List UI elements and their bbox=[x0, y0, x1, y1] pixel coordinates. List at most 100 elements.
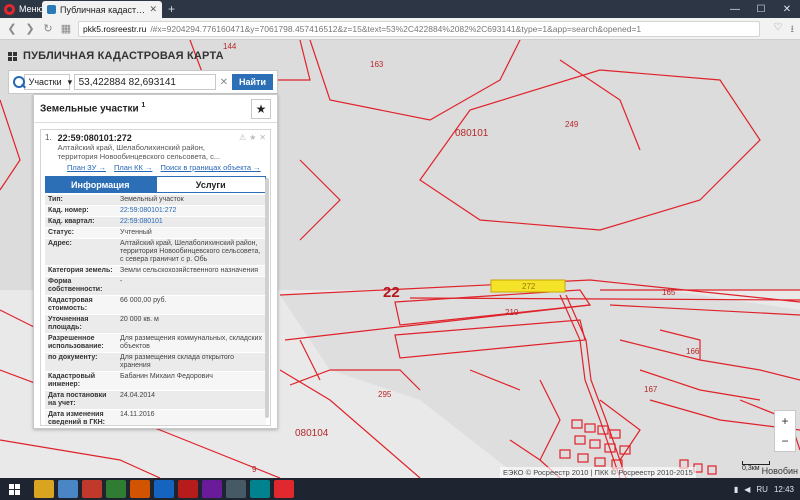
tab-title: Публичная кадастровая к bbox=[60, 4, 146, 15]
app-icon-6[interactable] bbox=[154, 480, 174, 498]
tab-services[interactable]: Услуги bbox=[155, 176, 266, 193]
panel-scrollbar[interactable] bbox=[265, 178, 269, 418]
map-label-210: 210 bbox=[505, 308, 519, 317]
zoom-out-icon[interactable]: − bbox=[775, 431, 795, 451]
tab-close-icon[interactable]: ✕ bbox=[149, 4, 157, 15]
card-tools: ⚠ ★ ✕ bbox=[239, 133, 266, 142]
clock[interactable]: 12:43 bbox=[774, 485, 794, 494]
zoom-in-icon[interactable]: + bbox=[775, 411, 795, 431]
map-label-080104: 080104 bbox=[295, 428, 329, 439]
app-icon-9[interactable] bbox=[226, 480, 246, 498]
app-icon-8[interactable] bbox=[202, 480, 222, 498]
app-icon-7[interactable] bbox=[178, 480, 198, 498]
app-icon-10[interactable] bbox=[250, 480, 270, 498]
warning-icon[interactable]: ⚠ bbox=[239, 133, 246, 142]
plan-kk-link[interactable]: План КК → bbox=[114, 163, 153, 172]
app-icon-2[interactable] bbox=[58, 480, 78, 498]
new-tab-icon[interactable]: + bbox=[168, 2, 175, 16]
volume-icon[interactable]: ◀ bbox=[744, 485, 750, 494]
bookmark-heart-icon[interactable]: ♡ bbox=[774, 22, 783, 39]
map-label-295: 295 bbox=[378, 390, 392, 399]
explorer-icon[interactable] bbox=[34, 480, 54, 498]
opera-taskbar-icon[interactable] bbox=[274, 480, 294, 498]
address-bar: ❮ ❯ ↻ ▦ pkk5.rosreestr.ru/#x=9204294.776… bbox=[0, 18, 800, 40]
search-type-select[interactable]: Участки ▾ bbox=[23, 74, 73, 90]
cadastral-number[interactable]: 22:59:080101:272 bbox=[58, 133, 220, 143]
info-row-key: Разрешенное использование: bbox=[48, 335, 104, 350]
rosreestr-logo-icon bbox=[8, 51, 17, 61]
map-label-9: 9 bbox=[252, 465, 257, 474]
reload-icon[interactable]: ↻ bbox=[42, 22, 54, 35]
opera-menu-button[interactable]: Меню bbox=[4, 2, 43, 16]
card-tabs: Информация Услуги bbox=[45, 176, 266, 193]
tab-favicon-icon bbox=[47, 5, 56, 14]
info-row: Кадастровый инженер: Бабанин Михаил Федор… bbox=[45, 372, 266, 391]
url-field[interactable]: pkk5.rosreestr.ru/#x=9204294.776160471&y… bbox=[78, 20, 760, 37]
star-icon[interactable]: ★ bbox=[249, 133, 256, 142]
clear-icon[interactable]: ✕ bbox=[220, 77, 228, 88]
search-input[interactable] bbox=[73, 74, 216, 90]
info-row: Кад. квартал: 22:59:080101 bbox=[45, 217, 266, 228]
url-host: pkk5.rosreestr.ru bbox=[83, 23, 147, 34]
minimize-icon[interactable]: — bbox=[722, 0, 748, 18]
close-icon[interactable]: ✕ bbox=[259, 133, 266, 142]
network-icon[interactable]: ▮ bbox=[734, 485, 738, 494]
chevron-down-icon: ▾ bbox=[67, 76, 73, 87]
window-controls: — ☐ ✕ bbox=[722, 0, 800, 18]
info-row-value: Бабанин Михаил Федорович bbox=[120, 373, 213, 380]
info-row-key: Кад. номер: bbox=[48, 207, 89, 214]
windows-taskbar: ▮ ◀ RU 12:43 bbox=[0, 478, 800, 500]
zoom-controls: + − bbox=[774, 410, 796, 452]
info-row: Уточненная площадь: 20 000 кв. м bbox=[45, 315, 266, 334]
info-row-value[interactable]: 22:59:080101:272 bbox=[117, 206, 266, 216]
maximize-icon[interactable]: ☐ bbox=[748, 0, 774, 18]
app-icon-3[interactable] bbox=[82, 480, 102, 498]
browser-tab-bar: Меню Публичная кадастровая к ✕ + — ☐ ✕ bbox=[0, 0, 800, 18]
url-path: /#x=9204294.776160471&y=7061798.45741651… bbox=[150, 23, 642, 34]
map-label-144: 144 bbox=[223, 42, 237, 51]
info-row-key: по документу: bbox=[48, 354, 98, 361]
info-row-key: Кадастровый инженер: bbox=[48, 373, 96, 388]
info-row: Тип: Земельный участок bbox=[45, 195, 266, 206]
tab-info[interactable]: Информация bbox=[45, 176, 156, 193]
info-row: Дата постановки на учет: 24.04.2014 bbox=[45, 391, 266, 410]
start-button[interactable] bbox=[0, 478, 28, 500]
search-icon[interactable] bbox=[13, 75, 24, 89]
cadastral-map[interactable]: ПУБЛИЧНАЯ КАДАСТРОВАЯ КАРТА 144 163 0801… bbox=[0, 40, 800, 478]
info-row-key: Категория земель: bbox=[48, 267, 113, 274]
info-row: Разрешенное использование: Для размещения… bbox=[45, 334, 266, 353]
favorites-star-icon[interactable]: ★ bbox=[251, 98, 271, 119]
address-bar-actions: ♡ ⭳ bbox=[774, 22, 794, 39]
language-indicator[interactable]: RU bbox=[756, 485, 768, 494]
info-row-value: Алтайский край, Шелаболихинский район, т… bbox=[120, 240, 261, 263]
taskbar-apps bbox=[34, 480, 294, 498]
forward-icon[interactable]: ❯ bbox=[24, 22, 36, 35]
menu-label: Меню bbox=[19, 4, 44, 14]
info-row: по документу: Для размещения склада откры… bbox=[45, 353, 266, 372]
map-label-22: 22 bbox=[383, 284, 400, 301]
map-label-163: 163 bbox=[370, 60, 384, 69]
info-row-value[interactable]: 22:59:080101 bbox=[117, 217, 266, 227]
back-icon[interactable]: ❮ bbox=[6, 22, 18, 35]
map-label-165: 165 bbox=[662, 288, 676, 297]
download-icon[interactable]: ⭳ bbox=[791, 22, 795, 39]
browser-tab[interactable]: Публичная кадастровая к ✕ bbox=[42, 1, 162, 18]
plan-zu-link[interactable]: План ЗУ → bbox=[67, 163, 106, 172]
info-row-key: Дата изменения сведений в ГКН: bbox=[48, 411, 105, 426]
info-row: Кад. номер: 22:59:080101:272 bbox=[45, 206, 266, 217]
info-row-value: Земли сельскохозяйственного назначения bbox=[120, 267, 259, 274]
info-row: Форма собственности: - bbox=[45, 277, 266, 296]
search-in-bounds-link[interactable]: Поиск в границах объекта → bbox=[160, 163, 260, 172]
map-label-167: 167 bbox=[644, 385, 658, 394]
card-index: 1. bbox=[45, 133, 52, 142]
info-row-key: Статус: bbox=[48, 229, 74, 236]
app-icon-5[interactable] bbox=[130, 480, 150, 498]
info-row-key: Кад. квартал: bbox=[48, 218, 95, 225]
search-button[interactable]: Найти bbox=[232, 74, 273, 90]
app-icon-4[interactable] bbox=[106, 480, 126, 498]
info-row: Статус: Учтенный bbox=[45, 228, 266, 239]
close-window-icon[interactable]: ✕ bbox=[774, 0, 800, 18]
info-row-value: 66 000,00 руб. bbox=[120, 297, 167, 304]
speed-dial-icon[interactable]: ▦ bbox=[60, 22, 72, 35]
info-row: Дата изменения сведений в ГКН: 14.11.2016 bbox=[45, 410, 266, 426]
